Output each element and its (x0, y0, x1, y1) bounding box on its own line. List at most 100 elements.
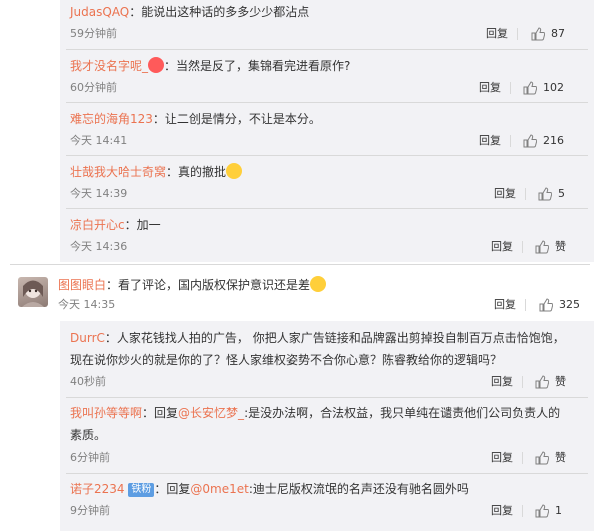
divider (66, 473, 588, 474)
mention-link[interactable]: @长安忆梦_ (178, 406, 244, 420)
reply-text-line: 我叫孙等等啊：回复@长安忆梦_:是没办法啊，合法权益，我只单纯在谴责他们公司负责… (70, 406, 561, 420)
like-button[interactable]: 赞 (535, 450, 566, 466)
separator (517, 28, 518, 40)
separator (525, 188, 526, 200)
like-button[interactable]: 216 (523, 133, 564, 149)
like-count: 216 (543, 134, 564, 147)
reply-button[interactable]: 回复 (491, 239, 513, 255)
reply-button[interactable]: 回复 (491, 450, 513, 466)
reply-text-line: 难忘的海角123：让二创是情分，不让是本分。 (70, 112, 321, 126)
reply-username[interactable]: 诺子2234 (70, 482, 125, 496)
like-count: 102 (543, 81, 564, 94)
reply-word: 回复 (154, 406, 179, 420)
thumbs-up-icon (523, 81, 537, 95)
comment-time: 今天 14:35 (58, 298, 116, 311)
mention-link[interactable]: @0me1et (190, 482, 248, 496)
like-count: 325 (559, 298, 580, 311)
separator (525, 299, 526, 311)
reply-text: 当然是反了，集锦看完进看原作? (176, 59, 351, 73)
reply-text: 人家花钱找人拍的广告， 你把人家广告链接和品牌露出剪掉投自制百万点击恰饱饱， (116, 331, 565, 345)
reply-text: :迪士尼版权流氓的名声还没有驰名圆外吗 (248, 482, 469, 496)
reply-username[interactable]: 壮哉我大哈士奇窝 (70, 165, 166, 179)
thumbs-up-icon (535, 240, 549, 254)
reply-text-line: DurrC：人家花钱找人拍的广告， 你把人家广告链接和品牌露出剪掉投自制百万点击… (70, 331, 565, 345)
thumbs-up-icon (523, 134, 537, 148)
like-button[interactable]: 87 (531, 26, 565, 42)
thumbs-up-icon (535, 504, 549, 518)
crying-laughing-emoji-icon (310, 276, 327, 292)
separator (522, 241, 523, 253)
reply-text-line: 壮哉我大哈士奇窝：真的撤批 (70, 163, 243, 181)
reply-text: :是没办法啊，合法权益，我只单纯在谴责他们公司负责人的 (244, 406, 561, 420)
divider (10, 264, 590, 265)
reply-username[interactable]: DurrC (70, 331, 105, 345)
reply-text: 让二创是情分，不让是本分。 (164, 112, 321, 126)
reply-text-line: 凉白开心c：加一 (70, 218, 161, 232)
reply-time: 6分钟前 (70, 451, 110, 464)
reply-text: 加一 (136, 218, 161, 232)
reply-text-line: 诺子2234 铁粉 ：回复@0me1et:迪士尼版权流氓的名声还没有驰名圆外吗 (70, 482, 469, 497)
like-button[interactable]: 赞 (535, 239, 566, 255)
reply-text: 能说出这种话的多多少少都沾点 (141, 5, 310, 19)
reply-username[interactable]: 我才没名字呢_ (70, 59, 148, 73)
reply-time: 今天 14:41 (70, 134, 128, 147)
divider (66, 102, 588, 103)
like-count: 5 (558, 187, 565, 200)
like-label: 赞 (555, 451, 566, 464)
heart-eyes-emoji-icon (148, 57, 165, 73)
reply-time: 9分钟前 (70, 504, 110, 517)
like-button[interactable]: 5 (538, 186, 565, 202)
reply-button[interactable]: 回复 (491, 503, 513, 519)
reply-time: 今天 14:39 (70, 187, 128, 200)
reply-word: 回复 (166, 482, 191, 496)
reply-button[interactable]: 回复 (479, 133, 501, 149)
crying-laughing-emoji-icon (226, 163, 243, 179)
reply-username[interactable]: 难忘的海角123 (70, 112, 153, 126)
divider (66, 397, 588, 398)
reply-text-line: JudasQAQ：能说出这种话的多多少少都沾点 (70, 5, 310, 19)
divider (66, 155, 588, 156)
like-button[interactable]: 赞 (535, 374, 566, 390)
reply-button[interactable]: 回复 (486, 26, 508, 42)
thumbs-up-icon (538, 187, 552, 201)
reply-time: 今天 14:36 (70, 240, 128, 253)
thumbs-up-icon (531, 27, 545, 41)
reply-username[interactable]: 凉白开心c (70, 218, 125, 232)
reply-button[interactable]: 回复 (494, 297, 516, 313)
like-count: 1 (555, 504, 562, 517)
like-label: 赞 (555, 375, 566, 388)
reply-button[interactable]: 回复 (479, 80, 501, 96)
divider (66, 208, 588, 209)
reply-username[interactable]: 我叫孙等等啊 (70, 406, 142, 420)
reply-time: 59分钟前 (70, 27, 117, 40)
like-button[interactable]: 102 (523, 80, 564, 96)
comment-text: 看了评论，国内版权保护意识还是差 (118, 278, 311, 292)
reply-button[interactable]: 回复 (494, 186, 516, 202)
separator (522, 452, 523, 464)
divider (66, 49, 588, 50)
avatar-image (22, 280, 44, 307)
reply-time: 60分钟前 (70, 81, 117, 94)
reply-text-line-2: 素质。 (70, 428, 107, 442)
fan-badge: 铁粉 (128, 483, 155, 497)
like-label: 赞 (555, 240, 566, 253)
reply-button[interactable]: 回复 (491, 374, 513, 390)
reply-username[interactable]: JudasQAQ (70, 5, 129, 19)
reply-text: 真的撤批 (178, 165, 227, 179)
separator (522, 505, 523, 517)
reply-time: 40秒前 (70, 375, 106, 388)
like-button[interactable]: 325 (539, 297, 580, 313)
comment-text-line: 图图眼白：看了评论，国内版权保护意识还是差 (58, 276, 327, 294)
thumbs-up-icon (535, 451, 549, 465)
like-count: 87 (551, 27, 565, 40)
separator (510, 135, 511, 147)
reply-text-line-2: 现在说你炒火的就是你的了？怪人家维权姿势不合你心意？陈睿教给你的逻辑吗？ (70, 353, 503, 367)
like-button[interactable]: 1 (535, 503, 562, 519)
thumbs-up-icon (535, 375, 549, 389)
thumbs-up-icon (539, 298, 553, 312)
comment-username[interactable]: 图图眼白 (58, 278, 106, 292)
separator (510, 82, 511, 94)
separator (522, 376, 523, 388)
avatar[interactable] (18, 277, 48, 307)
reply-text-line: 我才没名字呢_ ：当然是反了，集锦看完进看原作? (70, 57, 351, 73)
